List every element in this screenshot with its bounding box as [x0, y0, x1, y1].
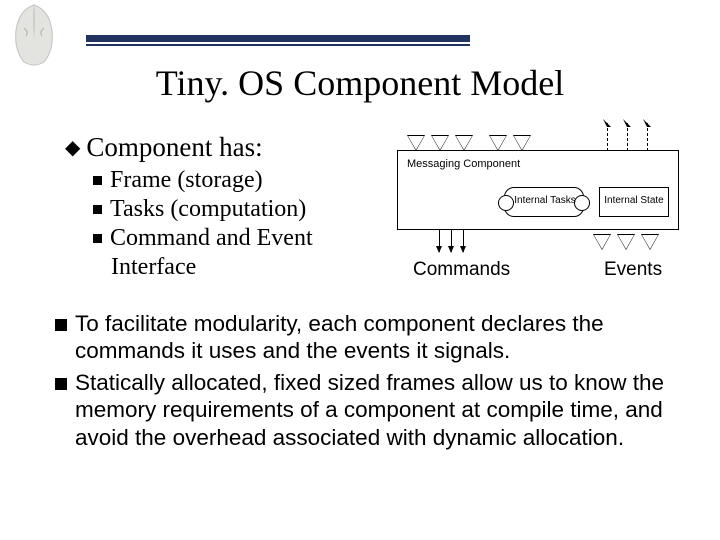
triangle-icon — [455, 135, 473, 151]
square-bullet-icon — [93, 205, 102, 214]
component-diagram: Messaging Component Internal Tasks Inter… — [389, 125, 697, 295]
triangle-icon — [431, 135, 449, 151]
triangle-icon — [489, 135, 507, 151]
arrow-down-icon — [439, 230, 440, 252]
square-bullet-icon — [93, 234, 102, 243]
triangle-icon — [617, 234, 635, 250]
internal-tasks-label: Internal Tasks — [514, 195, 576, 206]
divider-thick — [86, 35, 470, 42]
divider-thin — [86, 44, 470, 46]
square-bullet-icon — [55, 319, 67, 331]
lower-bullet-2: Statically allocated, fixed sized frames… — [55, 369, 680, 451]
component-label: Messaging Component — [407, 158, 520, 170]
commands-label: Commands — [413, 259, 510, 281]
heading-text: Component has: — [86, 132, 262, 162]
lower-text: To facilitate modularity, each component… — [55, 310, 680, 455]
lower-bullet-1: To facilitate modularity, each component… — [55, 310, 680, 365]
internal-state-label: Internal State — [601, 195, 667, 206]
triangle-icon — [513, 135, 531, 151]
slide-title: Tiny. OS Component Model — [0, 62, 720, 104]
slide: Tiny. OS Component Model ◆ Component has:… — [0, 0, 720, 540]
arrowheads-icon — [599, 119, 659, 129]
triangle-icon — [593, 234, 611, 250]
triangle-icon — [407, 135, 425, 151]
helmet-icon — [4, 0, 64, 70]
square-bullet-icon — [55, 378, 67, 390]
triangle-icon — [641, 234, 659, 250]
square-bullet-icon — [93, 176, 102, 185]
arrow-down-icon — [451, 230, 452, 252]
events-label: Events — [604, 259, 662, 281]
arrow-down-icon — [463, 230, 464, 252]
diamond-bullet-icon: ◆ — [65, 137, 80, 159]
